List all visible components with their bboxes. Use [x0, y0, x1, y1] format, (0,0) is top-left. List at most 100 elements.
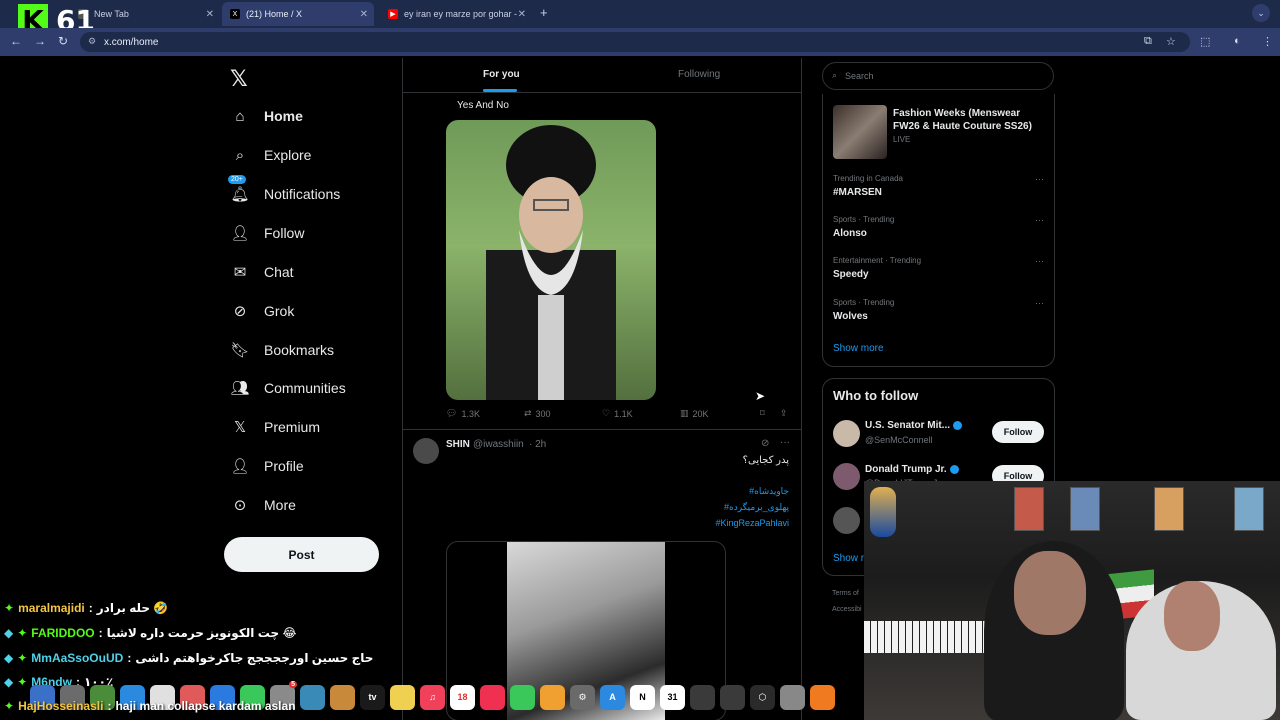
person-icon: 👤︎ [230, 458, 250, 475]
bookmark-star-icon[interactable]: ☆ [1166, 35, 1176, 48]
more-icon[interactable]: ··· [1035, 298, 1044, 308]
address-bar[interactable]: ⚙ x.com/home [80, 32, 1190, 52]
app-icon[interactable] [780, 684, 805, 710]
more-icon[interactable]: ··· [1035, 215, 1044, 225]
cast-icon[interactable]: ⧉ [1144, 35, 1152, 48]
hashtag-link[interactable]: #جاویدشاه [749, 486, 789, 497]
avatar[interactable] [833, 463, 860, 490]
tab-following[interactable]: Following [678, 69, 720, 80]
search-input[interactable]: ⌕ Search [822, 62, 1054, 90]
trend-name[interactable]: Speedy [833, 269, 869, 280]
trend-title[interactable]: Fashion Weeks (Menswear FW26 & Haute Cou… [893, 107, 1048, 133]
account-name[interactable]: U.S. Senator Mit... [865, 420, 963, 431]
nav-item-more[interactable]: ⊙ More [230, 491, 296, 519]
nav-item-profile[interactable]: 👤︎ Profile [230, 452, 303, 480]
close-icon[interactable]: ✕ [518, 9, 526, 20]
hashtag-link[interactable]: #پهلوی_برمیگرده [724, 502, 789, 513]
wall-poster [1070, 487, 1100, 531]
nav-item-notifications[interactable]: 🔔︎ 20+ Notifications [228, 175, 340, 208]
chat-username[interactable]: MmAaSsoOuUD [31, 651, 123, 665]
app-icon[interactable] [690, 684, 715, 710]
profile-avatar-icon[interactable]: ◐ [1234, 35, 1241, 47]
nav-item-follow[interactable]: 👤︎ Follow [230, 219, 304, 247]
footer-link[interactable]: Accessibi [832, 606, 862, 613]
nav-item-explore[interactable]: ⌕ Explore [230, 141, 312, 169]
chat-separator: : [107, 699, 112, 713]
close-icon[interactable]: ✕ [360, 9, 368, 20]
share-button[interactable]: ⇪ [780, 408, 788, 419]
more-icon[interactable]: ··· [1035, 174, 1044, 184]
chat-badge-icon: ✦ [4, 699, 15, 713]
avatar[interactable] [833, 420, 860, 447]
calendar-icon[interactable]: 18 [450, 684, 475, 710]
nav-item-bookmarks[interactable]: 🔖︎ Bookmarks [230, 336, 334, 364]
avatar[interactable] [833, 507, 860, 534]
tab-youtube[interactable]: ▶ ey iran ey marze por gohar - ✕ [380, 4, 532, 24]
trend-thumbnail[interactable] [833, 105, 887, 159]
x-logo[interactable]: 𝕏 [230, 66, 248, 92]
show-more-link[interactable]: Show r [833, 553, 864, 564]
app-icon[interactable] [300, 684, 325, 710]
fl-studio-icon[interactable] [810, 684, 835, 710]
back-arrow-icon[interactable]: ← [10, 34, 22, 48]
nav-item-communities[interactable]: 👥︎ Communities [230, 374, 345, 402]
calendar-icon[interactable]: 31 [660, 684, 685, 710]
site-info-icon[interactable]: ⚙ [88, 36, 96, 47]
nav-item-home[interactable]: ⌂ Home [230, 102, 302, 130]
reply-button[interactable]: 💬︎ 1.3K [446, 408, 480, 419]
wall-poster [1154, 487, 1184, 531]
post-author-handle[interactable]: @iwasshiin [473, 439, 524, 450]
app-icon[interactable] [720, 684, 745, 710]
numbers-icon[interactable] [510, 684, 535, 710]
tab-for-you[interactable]: For you [483, 69, 520, 80]
notion-icon[interactable]: N [630, 684, 655, 710]
tab-home-x[interactable]: X (21) Home / X ✕ [222, 2, 374, 26]
chat-username[interactable]: HajHosseinasli [18, 699, 103, 713]
bell-icon: 🔔︎ 20+ [228, 175, 250, 203]
views-button[interactable]: ▥ 20K [680, 408, 709, 419]
webcam-overlay [864, 481, 1280, 720]
account-name[interactable]: Donald Trump Jr. [865, 464, 959, 475]
apple-tv-icon[interactable]: tv [360, 684, 385, 710]
post-image[interactable] [446, 120, 656, 400]
post-button[interactable]: Post [224, 537, 379, 572]
notes-icon[interactable] [390, 684, 415, 710]
more-icon[interactable]: ··· [1035, 256, 1044, 266]
reload-icon[interactable]: ↻ [58, 34, 68, 48]
post-time[interactable]: · 2h [529, 439, 546, 450]
follow-button[interactable]: Follow [992, 421, 1044, 443]
trend-name[interactable]: #MARSEN [833, 187, 882, 198]
extensions-icon[interactable]: ⬚ [1200, 35, 1210, 48]
app-store-icon[interactable]: A [600, 684, 625, 710]
trend-name[interactable]: Wolves [833, 311, 868, 322]
nav-item-premium[interactable]: 𝕏 Premium [230, 413, 320, 441]
forward-arrow-icon[interactable]: → [34, 34, 46, 48]
hashtag-link[interactable]: #KingRezaPahlavi [715, 518, 789, 528]
app-icon[interactable]: ⬡ [750, 684, 775, 710]
music-icon[interactable]: ♫ [420, 684, 445, 710]
trend-name[interactable]: Alonso [833, 228, 867, 239]
avatar[interactable] [413, 438, 439, 464]
close-icon[interactable]: ✕ [206, 9, 214, 20]
footer-link[interactable]: Terms of [832, 590, 859, 597]
pages-icon[interactable] [540, 684, 565, 710]
chat-username[interactable]: FARIDDOO [31, 626, 94, 640]
bookmark-button[interactable]: ⌑ [760, 408, 765, 419]
show-more-link[interactable]: Show more [833, 343, 884, 354]
chat-username[interactable]: maralmajidi [18, 601, 85, 615]
grok-icon[interactable]: ⊘ [761, 438, 769, 449]
more-circle-icon: ⊙ [233, 497, 247, 514]
nav-item-grok[interactable]: ⊘ Grok [230, 297, 295, 325]
news-icon[interactable] [480, 684, 505, 710]
nav-label: Explore [264, 147, 312, 163]
repost-button[interactable]: ⇄ 300 [524, 408, 551, 419]
menu-kebab-icon[interactable]: ⋮ [1262, 35, 1273, 48]
more-icon[interactable]: ··· [780, 437, 790, 448]
system-settings-icon[interactable]: ⚙ [570, 684, 595, 710]
app-icon[interactable] [330, 684, 355, 710]
like-button[interactable]: ♡ 1.1K [602, 408, 633, 419]
new-tab-button[interactable]: + [540, 5, 548, 20]
nav-item-chat[interactable]: ✉ Chat [230, 258, 294, 286]
post-author-name[interactable]: SHIN [446, 439, 470, 450]
tab-search-menu-icon[interactable]: ⌄ [1252, 4, 1270, 22]
